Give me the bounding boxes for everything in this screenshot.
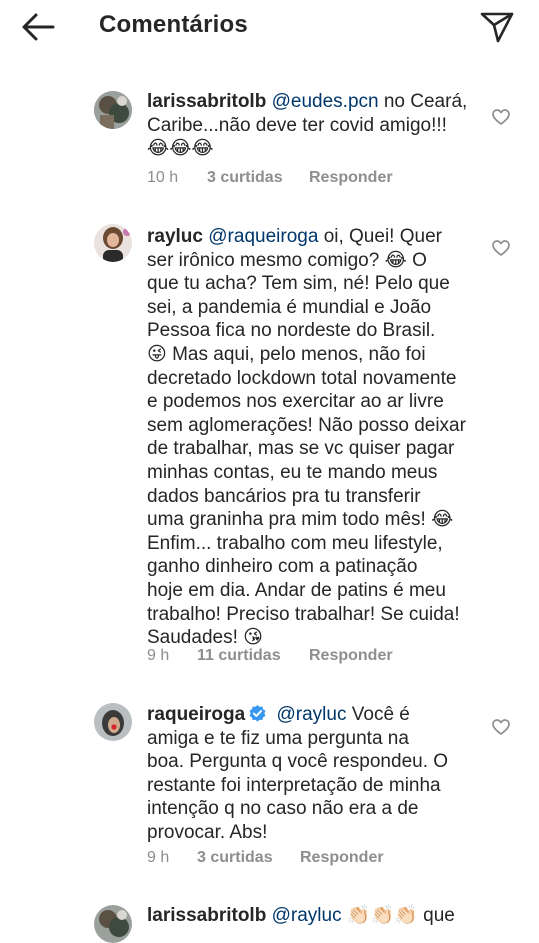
avatar[interactable] <box>94 224 132 262</box>
comment-time: 9 h <box>147 849 170 866</box>
comment-meta: 9 h 11 curtidas Responder <box>147 647 393 665</box>
reply-button[interactable]: Responder <box>300 849 384 867</box>
comment-line: ganho dinheiro com a patinação <box>147 556 418 578</box>
comment-line: Você é <box>351 704 410 725</box>
comment-line: Caribe...não deve ter covid amigo!!! <box>147 114 447 136</box>
comment-emojis: 😂😂😂 <box>147 138 214 160</box>
comment-mention[interactable]: @rayluc <box>272 905 342 926</box>
comment-line: oi, Quei! Quer <box>323 226 442 247</box>
comment-mention[interactable]: @raqueiroga <box>208 226 318 247</box>
heart-icon[interactable] <box>491 717 511 737</box>
heart-icon[interactable] <box>491 238 511 258</box>
comment-meta: 9 h 3 curtidas Responder <box>147 849 384 867</box>
comment-username[interactable]: rayluc <box>147 226 203 247</box>
reply-button[interactable]: Responder <box>309 169 393 187</box>
comment-line: ser irônico mesmo comigo? 😂 O <box>147 249 427 271</box>
comment-line: dados bancários pra tu transferir <box>147 485 421 507</box>
comment-line: provocar. Abs! <box>147 821 268 843</box>
comment-line: e podemos nos exercitar ao ar livre <box>147 391 444 413</box>
paper-plane-icon[interactable] <box>479 10 515 44</box>
comment-line: trabalho! Preciso trabalhar! Se cuida! <box>147 603 460 625</box>
comment-line: no Ceará, <box>383 91 468 112</box>
comment-text: rayluc @raqueiroga oi, Quei! Quer ser ir… <box>147 225 482 650</box>
comment-line: Enfim... trabalho com meu lifestyle, <box>147 532 443 554</box>
comment-line: Saudades! 😘 <box>147 627 263 649</box>
avatar[interactable] <box>94 703 132 741</box>
comment-line: uma graninha pra mim todo mês! 😂 <box>147 509 454 531</box>
page-title: Comentários <box>99 11 248 38</box>
likes-count[interactable]: 3 curtidas <box>207 169 309 187</box>
avatar[interactable] <box>94 905 132 943</box>
heart-icon[interactable] <box>491 107 511 127</box>
comment-line: 😜 Mas aqui, pelo menos, não foi <box>147 343 426 365</box>
comment-line: amiga e te fiz uma pergunta na <box>147 727 409 749</box>
comment-time: 10 h <box>147 169 179 186</box>
comment-line: boa. Pergunta q você respondeu. O <box>147 751 449 773</box>
header-bar: Comentários <box>0 0 539 56</box>
comment-line: restante foi interpretação de minha <box>147 774 441 796</box>
comment-username[interactable]: raqueiroga <box>147 704 245 725</box>
comment-meta: 10 h 3 curtidas Responder <box>147 169 393 187</box>
likes-count[interactable]: 11 curtidas <box>197 647 309 665</box>
reply-button[interactable]: Responder <box>309 647 393 665</box>
comment-line: sei, a pandemia é mundial e João <box>147 296 432 318</box>
comment-line: de trabalhar, mas se vc quiser pagar <box>147 438 455 460</box>
likes-count[interactable]: 3 curtidas <box>197 849 300 867</box>
verified-badge-icon <box>249 704 266 722</box>
comment-text: raqueiroga @rayluc Você é amiga e te fiz… <box>147 703 482 845</box>
comment-username[interactable]: larissabritolb <box>147 91 266 112</box>
arrow-left-icon[interactable] <box>20 12 56 42</box>
comment-line: Pessoa fica no nordeste do Brasil. <box>147 320 436 342</box>
comment-line: que tu acha? Tem sim, né! Pelo que <box>147 273 450 295</box>
comment-line: 👏🏻👏🏻👏🏻 que <box>346 905 455 926</box>
comment-line: decretado lockdown total novamente <box>147 367 457 389</box>
comment-mention[interactable]: @eudes.pcn <box>272 91 379 112</box>
comment-text: larissabritolb @rayluc 👏🏻👏🏻👏🏻 que <box>147 904 482 928</box>
comment-line: minhas contas, eu te mando meus <box>147 461 438 483</box>
comment-line: hoje em dia. Andar de patins é meu <box>147 579 446 601</box>
comment-line: sem aglomerações! Não posso deixar <box>147 414 466 436</box>
comment-text: larissabritolb @eudes.pcn no Ceará, Cari… <box>147 90 472 161</box>
comment-username[interactable]: larissabritolb <box>147 905 266 926</box>
comment-time: 9 h <box>147 647 170 664</box>
comment-mention[interactable]: @rayluc <box>276 704 346 725</box>
avatar[interactable] <box>94 91 132 129</box>
comment-line: intenção q no caso não era a de <box>147 798 419 820</box>
